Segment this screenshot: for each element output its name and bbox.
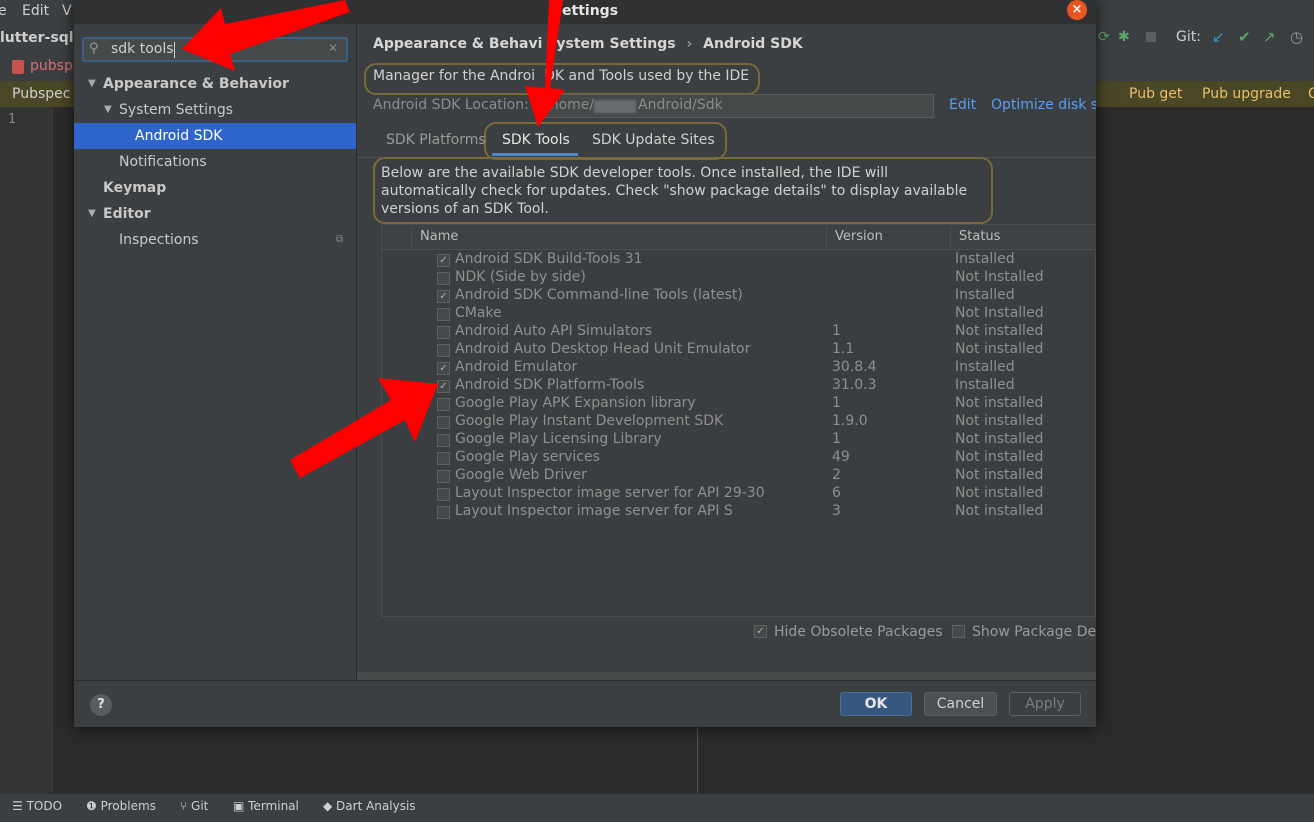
arrow-to-search-icon: [182, 0, 350, 71]
arrow-to-sdk-tools-tab-icon: [525, 0, 565, 127]
annotation-arrows: [182, 0, 565, 478]
arrow-to-platform-tools-icon: [290, 378, 438, 478]
